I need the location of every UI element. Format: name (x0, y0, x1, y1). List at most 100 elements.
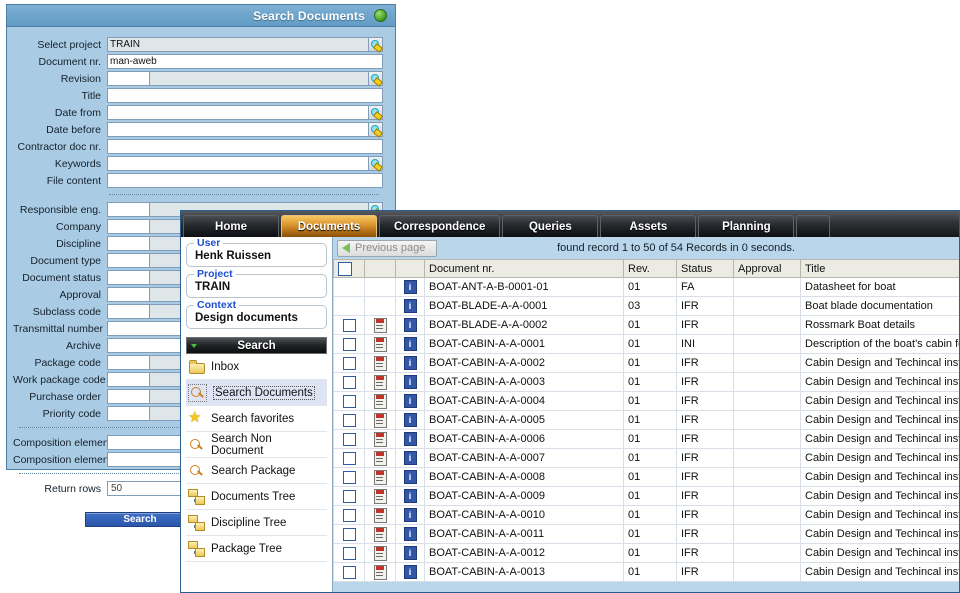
column-header-icon-2[interactable] (395, 259, 425, 278)
field-code-input[interactable] (107, 304, 149, 319)
row-checkbox[interactable] (342, 318, 356, 332)
row-checkbox[interactable] (342, 546, 356, 560)
row-select-cell[interactable] (333, 448, 365, 468)
tab-correspondence[interactable]: Correspondence (379, 215, 501, 237)
row-info-cell[interactable]: i (395, 372, 425, 392)
row-file-cell[interactable] (364, 410, 396, 430)
field-input[interactable]: man-aweb (107, 54, 383, 69)
row-file-cell[interactable] (364, 543, 396, 563)
column-header-icon-0[interactable] (333, 259, 365, 278)
select-all-checkbox[interactable] (338, 261, 352, 276)
field-code-input[interactable] (107, 406, 149, 421)
sidebar-item-search-favorites[interactable]: Search favorites (186, 406, 327, 432)
row-select-cell[interactable] (333, 429, 365, 449)
field-input[interactable] (107, 139, 383, 154)
row-checkbox[interactable] (342, 527, 356, 541)
lookup-icon[interactable] (369, 37, 383, 52)
table-row[interactable]: i BOAT-BLADE-A-A-0002 01 IFR Rossmark Boat d… (333, 315, 959, 335)
row-select-cell[interactable] (333, 486, 365, 506)
row-select-cell[interactable] (333, 277, 365, 297)
field-input[interactable] (107, 105, 369, 120)
row-file-cell[interactable] (364, 448, 396, 468)
info-icon[interactable]: i (403, 394, 417, 408)
row-info-cell[interactable]: i (395, 334, 425, 354)
sidebar-item-package-tree[interactable]: Package Tree (186, 536, 327, 562)
row-info-cell[interactable]: i (395, 296, 425, 316)
field-code-input[interactable] (107, 236, 149, 251)
row-file-cell[interactable] (364, 467, 396, 487)
pdf-document-icon[interactable] (373, 412, 387, 428)
column-header-title[interactable]: Title (800, 259, 959, 278)
tab-planning[interactable]: Planning (698, 215, 795, 237)
sidebar-item-inbox[interactable]: Inbox (186, 354, 327, 380)
row-file-cell[interactable] (364, 353, 396, 373)
lookup-icon[interactable] (369, 122, 383, 137)
tab-assets[interactable]: Assets (600, 215, 697, 237)
field-code-input[interactable] (107, 372, 149, 387)
row-info-cell[interactable]: i (395, 505, 425, 525)
row-file-cell[interactable] (364, 486, 396, 506)
row-checkbox[interactable] (342, 451, 356, 465)
pdf-document-icon[interactable] (373, 488, 387, 504)
row-info-cell[interactable]: i (395, 277, 425, 297)
pdf-document-icon[interactable] (373, 545, 387, 561)
search-button[interactable]: Search (85, 512, 195, 527)
table-row[interactable]: i BOAT-CABIN-A-A-0008 01 IFR Cabin Design an… (333, 467, 959, 487)
row-file-cell[interactable] (364, 524, 396, 544)
lookup-icon[interactable] (369, 156, 383, 171)
row-checkbox[interactable] (342, 489, 356, 503)
row-file-cell[interactable] (364, 315, 396, 335)
lookup-icon[interactable] (369, 71, 383, 86)
pdf-document-icon[interactable] (373, 317, 387, 333)
row-checkbox[interactable] (342, 413, 356, 427)
field-input[interactable] (107, 122, 369, 137)
row-info-cell[interactable]: i (395, 562, 425, 582)
pdf-document-icon[interactable] (373, 393, 387, 409)
pdf-document-icon[interactable] (373, 564, 387, 580)
row-info-cell[interactable]: i (395, 543, 425, 563)
table-row[interactable]: i BOAT-CABIN-A-A-0009 01 IFR Cabin Design an… (333, 486, 959, 506)
table-row[interactable]: i BOAT-CABIN-A-A-0011 01 IFR Cabin Design an… (333, 524, 959, 544)
info-icon[interactable]: i (403, 356, 417, 370)
tab-overflow[interactable] (796, 215, 831, 237)
field-code-input[interactable] (107, 287, 149, 302)
table-row[interactable]: i BOAT-CABIN-A-A-0013 01 IFR Cabin Design an… (333, 562, 959, 582)
sidebar-item-search-non-document[interactable]: Search Non Document (186, 432, 327, 458)
row-info-cell[interactable]: i (395, 429, 425, 449)
row-select-cell[interactable] (333, 562, 365, 582)
row-info-cell[interactable]: i (395, 524, 425, 544)
field-input[interactable]: TRAIN (107, 37, 369, 52)
field-input[interactable] (107, 88, 383, 103)
column-header-rev[interactable]: Rev. (623, 259, 677, 278)
tab-home[interactable]: Home (183, 215, 279, 237)
row-select-cell[interactable] (333, 296, 365, 316)
info-icon[interactable]: i (403, 527, 417, 541)
table-row[interactable]: i BOAT-ANT-A-B-0001-01 01 FA Datasheet for b… (333, 277, 959, 297)
field-code-input[interactable] (107, 219, 149, 234)
pdf-document-icon[interactable] (373, 526, 387, 542)
row-info-cell[interactable]: i (395, 353, 425, 373)
row-info-cell[interactable]: i (395, 467, 425, 487)
pdf-document-icon[interactable] (373, 469, 387, 485)
row-select-cell[interactable] (333, 391, 365, 411)
pdf-document-icon[interactable] (373, 431, 387, 447)
row-select-cell[interactable] (333, 524, 365, 544)
sidebar-item-search-documents[interactable]: Search Documents (186, 380, 327, 406)
row-select-cell[interactable] (333, 410, 365, 430)
field-code-input[interactable] (107, 202, 149, 217)
row-checkbox[interactable] (342, 508, 356, 522)
tab-documents[interactable]: Documents (281, 215, 377, 237)
info-icon[interactable]: i (403, 318, 417, 332)
info-icon[interactable]: i (403, 299, 417, 313)
row-select-cell[interactable] (333, 353, 365, 373)
row-checkbox[interactable] (342, 432, 356, 446)
pdf-document-icon[interactable] (373, 355, 387, 371)
info-icon[interactable]: i (403, 413, 417, 427)
sidebar-item-discipline-tree[interactable]: Discipline Tree (186, 510, 327, 536)
sidebar-item-search-package[interactable]: Search Package (186, 458, 327, 484)
info-icon[interactable]: i (403, 375, 417, 389)
row-select-cell[interactable] (333, 372, 365, 392)
row-file-cell[interactable] (364, 372, 396, 392)
row-file-cell[interactable] (364, 334, 396, 354)
column-header-approval[interactable]: Approval (733, 259, 801, 278)
